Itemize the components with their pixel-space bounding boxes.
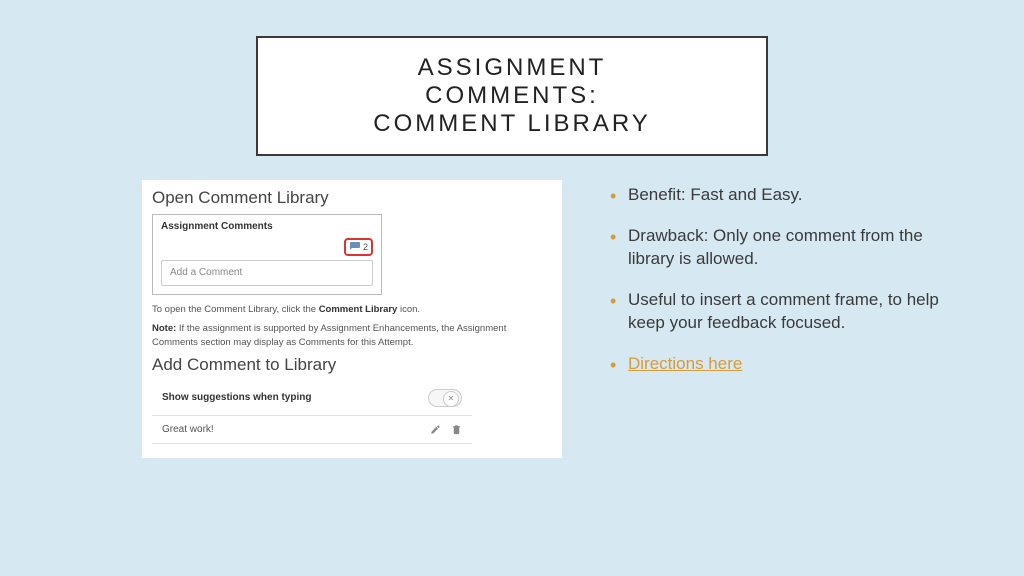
comment-library-icon bbox=[349, 241, 361, 253]
comment-count: 2 bbox=[363, 242, 368, 252]
bullet-item: Drawback: Only one comment from the libr… bbox=[610, 225, 950, 271]
delete-icon[interactable] bbox=[451, 424, 462, 435]
bullet-item-link: Directions here bbox=[610, 353, 950, 376]
edit-icon[interactable] bbox=[430, 424, 441, 435]
suggestions-toggle[interactable] bbox=[428, 389, 462, 407]
bullet-item: Useful to insert a comment frame, to hel… bbox=[610, 289, 950, 335]
icon-row: 2 bbox=[161, 238, 373, 256]
open-instruction: To open the Comment Library, click the C… bbox=[152, 303, 552, 316]
note-text: Note: If the assignment is supported by … bbox=[152, 322, 552, 349]
slide-title-box: ASSIGNMENT COMMENTS: COMMENT LIBRARY bbox=[256, 36, 768, 156]
title-line-1: ASSIGNMENT COMMENTS: bbox=[338, 54, 686, 110]
screenshot-panel: Open Comment Library Assignment Comments… bbox=[142, 180, 562, 458]
comment-library-button[interactable]: 2 bbox=[344, 238, 373, 256]
assignment-comments-label: Assignment Comments bbox=[161, 221, 373, 232]
suggestions-label: Show suggestions when typing bbox=[162, 392, 311, 403]
add-comment-input[interactable]: Add a Comment bbox=[161, 260, 373, 286]
library-entry-row: Great work! bbox=[152, 416, 472, 444]
directions-link[interactable]: Directions here bbox=[628, 354, 742, 373]
library-entry-text: Great work! bbox=[162, 424, 214, 435]
title-line-2: COMMENT LIBRARY bbox=[338, 110, 686, 138]
entry-actions bbox=[430, 424, 462, 435]
assignment-comments-box: Assignment Comments 2 Add a Comment bbox=[152, 214, 382, 295]
open-library-heading: Open Comment Library bbox=[152, 188, 552, 208]
bullet-list: Benefit: Fast and Easy. Drawback: Only o… bbox=[610, 184, 950, 394]
bullet-item: Benefit: Fast and Easy. bbox=[610, 184, 950, 207]
add-to-library-heading: Add Comment to Library bbox=[152, 355, 552, 375]
suggestions-row: Show suggestions when typing bbox=[152, 381, 472, 416]
